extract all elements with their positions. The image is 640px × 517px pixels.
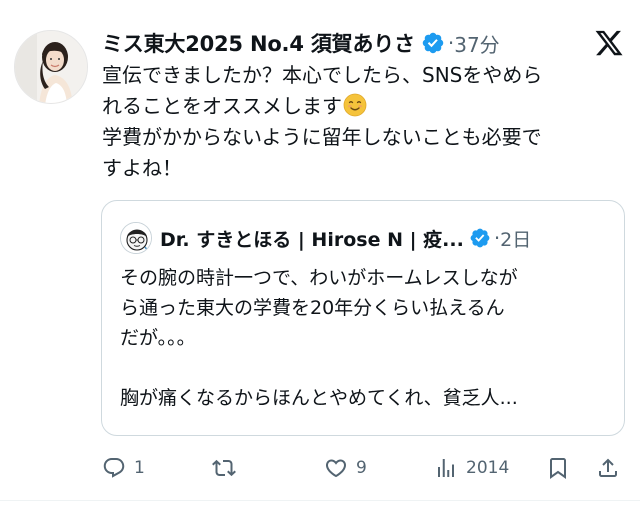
quoted-text-line <box>120 353 518 383</box>
repost-button[interactable] <box>212 448 244 488</box>
quoted-author-avatar[interactable] <box>120 222 152 254</box>
tweet-text-line: れることをオススメします <box>102 91 622 122</box>
x-logo-icon <box>595 30 623 56</box>
views-button[interactable]: 2014 <box>434 448 509 488</box>
tweet-text: 宣伝できましたか？本心でしたら、SNSをやめら れることをオススメします 学費が… <box>102 60 622 184</box>
like-count: 9 <box>356 458 367 478</box>
views-count: 2014 <box>466 458 510 478</box>
tweet-text-fragment: れることをオススメします <box>102 94 342 118</box>
heart-icon <box>325 459 347 478</box>
tweet[interactable]: ミス東大2025 No.4 須賀ありさ · 37分 宣伝できましたか？本心でした… <box>0 0 640 517</box>
reply-button[interactable]: 1 <box>102 448 145 488</box>
views-chart-icon <box>438 459 454 477</box>
post-time[interactable]: 37分 <box>454 29 499 58</box>
quoted-text-line: その腕の時計一つで、わいがホームレスしなが <box>120 267 518 289</box>
bookmark-button[interactable] <box>546 448 570 488</box>
verified-badge-icon <box>422 32 444 54</box>
quoted-text-line: だが。。。 <box>120 327 196 349</box>
quoted-tweet-text: その腕の時計一つで、わいがホームレスしなが ら通った東大の学費を20年分くらい払… <box>120 263 518 413</box>
bookmark-icon <box>550 458 566 479</box>
tweet-text-line: 宣伝できましたか？本心でしたら、SNSをやめら <box>102 63 543 87</box>
quoted-text-line: ら通った東大の学費を20年分くらい払えるん <box>120 297 505 319</box>
quoted-author-name[interactable]: Dr. すきとほる | Hirose N | 疫... <box>160 225 464 252</box>
share-button[interactable] <box>596 448 620 488</box>
like-button[interactable]: 9 <box>324 448 367 488</box>
repost-icon <box>212 459 236 477</box>
tweet-text-line: 学費がかからないように留年しないことも必要で <box>102 125 542 149</box>
author-avatar[interactable] <box>14 30 88 104</box>
reply-icon <box>103 458 125 478</box>
quoted-post-time[interactable]: 2日 <box>500 225 531 252</box>
smiling-face-emoji-icon <box>343 93 367 117</box>
share-icon <box>599 458 617 477</box>
tweet-text-line: すよね！ <box>102 156 182 180</box>
author-name[interactable]: ミス東大2025 No.4 須賀ありさ <box>102 28 415 58</box>
quoted-tweet[interactable]: Dr. すきとほる | Hirose N | 疫... · 2日 その腕の時計一… <box>101 200 625 436</box>
action-bar: 1 9 2014 <box>0 448 640 488</box>
quoted-tweet-header: Dr. すきとほる | Hirose N | 疫... · 2日 <box>120 221 531 255</box>
quoted-text-line: 胸が痛くなるからほんとやめてくれ、貧乏人... <box>120 387 518 409</box>
tweet-header: ミス東大2025 No.4 須賀ありさ · 37分 <box>102 26 500 60</box>
divider <box>0 500 640 501</box>
verified-badge-icon <box>470 228 490 248</box>
reply-count: 1 <box>134 458 145 478</box>
